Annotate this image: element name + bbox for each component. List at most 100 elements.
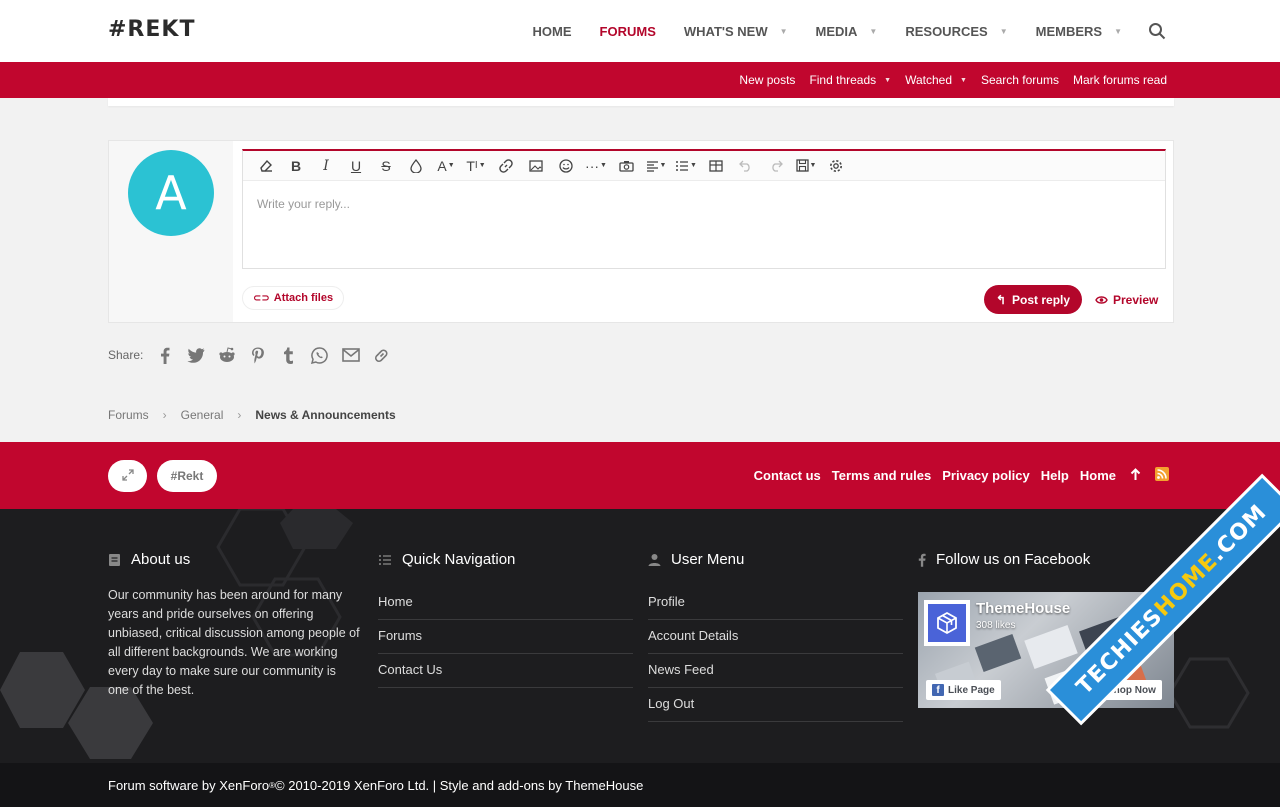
post-reply-button[interactable]: ↰ Post reply bbox=[984, 285, 1082, 314]
footer-link-privacy[interactable]: Privacy policy bbox=[942, 468, 1029, 483]
reply-textarea[interactable] bbox=[243, 181, 1165, 268]
table-icon[interactable] bbox=[701, 154, 731, 178]
chevron-down-icon[interactable]: ▼ bbox=[780, 27, 788, 36]
camera-icon[interactable] bbox=[611, 154, 641, 178]
chevron-right-icon: › bbox=[162, 408, 167, 422]
breadcrumb-news-announcements[interactable]: News & Announcements bbox=[255, 408, 395, 422]
expand-arrows-icon bbox=[121, 468, 134, 484]
fb-like-page-button[interactable]: f Like Page bbox=[926, 680, 1001, 700]
facebook-icon bbox=[918, 553, 926, 567]
footer-link-terms[interactable]: Terms and rules bbox=[832, 468, 931, 483]
redo-icon[interactable] bbox=[761, 154, 791, 178]
strikethrough-icon[interactable]: S bbox=[371, 154, 401, 178]
footer-user-menu: User Menu Profile Account Details News F… bbox=[648, 551, 903, 722]
eraser-icon[interactable] bbox=[251, 154, 281, 178]
font-family-icon[interactable]: A ▼ bbox=[431, 154, 461, 178]
attach-files-button[interactable]: ⊂⊃ Attach files bbox=[242, 286, 345, 310]
footer-facebook: Follow us on Facebook bbox=[918, 551, 1174, 586]
user-menu-title: User Menu bbox=[671, 551, 745, 568]
whatsapp-icon[interactable] bbox=[304, 346, 335, 364]
arrow-up-icon[interactable] bbox=[1130, 467, 1141, 484]
twitter-icon[interactable] bbox=[180, 347, 211, 363]
chevron-down-icon[interactable]: ▼ bbox=[1000, 27, 1008, 36]
nav-home[interactable]: HOME bbox=[533, 0, 572, 62]
quick-reply-block: A B I U S A▼ TI▼ ···▼ ▼ ▼ ▼ ⊂⊃ Atta bbox=[108, 140, 1174, 323]
footer-nav-forums[interactable]: Forums bbox=[378, 620, 633, 654]
footer-user-logout[interactable]: Log Out bbox=[648, 688, 903, 722]
rss-icon[interactable] bbox=[1155, 467, 1169, 484]
chevron-down-icon[interactable]: ▼ bbox=[960, 77, 967, 84]
copyright-text[interactable]: © 2010-2019 XenForo Ltd. | Style and add… bbox=[275, 778, 643, 793]
footer-user-profile[interactable]: Profile bbox=[648, 586, 903, 620]
chevron-down-icon[interactable]: ▼ bbox=[884, 77, 891, 84]
footer-link-home[interactable]: Home bbox=[1080, 468, 1116, 483]
style-chooser-button[interactable]: #Rekt bbox=[157, 460, 217, 492]
nav-media[interactable]: MEDIA ▼ bbox=[816, 0, 878, 62]
italic-icon[interactable]: I bbox=[311, 154, 341, 178]
nav-members[interactable]: MEMBERS ▼ bbox=[1036, 0, 1122, 62]
footer-nav-home[interactable]: Home bbox=[378, 586, 633, 620]
nav-resources[interactable]: RESOURCES ▼ bbox=[905, 0, 1007, 62]
chevron-down-icon[interactable]: ▼ bbox=[869, 27, 877, 36]
eye-icon bbox=[1095, 295, 1108, 305]
link-icon[interactable] bbox=[366, 346, 397, 364]
pinterest-icon[interactable] bbox=[242, 347, 273, 364]
list-icon bbox=[378, 554, 392, 566]
smiley-icon[interactable] bbox=[551, 154, 581, 178]
footer-nav-contact[interactable]: Contact Us bbox=[378, 654, 633, 688]
site-logo[interactable]: #REKT bbox=[108, 17, 195, 42]
paperclip-icon: ⊂⊃ bbox=[253, 292, 270, 304]
subnav-new-posts[interactable]: New posts bbox=[739, 73, 795, 87]
underline-icon[interactable]: U bbox=[341, 154, 371, 178]
copyright-xenforo[interactable]: Forum software by XenForo bbox=[108, 778, 269, 793]
document-icon bbox=[108, 553, 121, 567]
gear-icon[interactable] bbox=[821, 154, 851, 178]
expand-width-button[interactable] bbox=[108, 460, 147, 492]
breadcrumb-forums[interactable]: Forums bbox=[108, 408, 149, 422]
footer-quick-nav: Quick Navigation Home Forums Contact Us bbox=[378, 551, 633, 688]
quick-nav-title: Quick Navigation bbox=[402, 551, 516, 568]
preview-button[interactable]: Preview bbox=[1095, 285, 1158, 314]
chevron-down-icon[interactable]: ▼ bbox=[1114, 27, 1122, 36]
image-icon[interactable] bbox=[521, 154, 551, 178]
facebook-icon[interactable] bbox=[149, 347, 180, 364]
font-size-icon[interactable]: T I ▼ bbox=[461, 154, 491, 178]
footer-link-contact[interactable]: Contact us bbox=[754, 468, 821, 483]
footer-user-news-feed[interactable]: News Feed bbox=[648, 654, 903, 688]
fb-likes-count: 308 likes bbox=[976, 620, 1016, 631]
align-icon[interactable]: ▼ bbox=[641, 154, 671, 178]
main-nav: HOME FORUMS WHAT'S NEW ▼ MEDIA ▼ RESOURCES… bbox=[505, 0, 1166, 62]
footer-link-help[interactable]: Help bbox=[1041, 468, 1069, 483]
nav-whats-new[interactable]: WHAT'S NEW ▼ bbox=[684, 0, 788, 62]
chevron-right-icon: › bbox=[237, 408, 242, 422]
subnav-search-forums[interactable]: Search forums bbox=[981, 73, 1059, 87]
tumblr-icon[interactable] bbox=[273, 347, 304, 364]
footer-about: About us Our community has been around f… bbox=[108, 551, 364, 700]
sub-nav: New posts Find threads ▼ Watched ▼ Search … bbox=[725, 62, 1167, 98]
breadcrumb-general[interactable]: General bbox=[181, 408, 224, 422]
color-drop-icon[interactable] bbox=[401, 154, 431, 178]
subnav-watched[interactable]: Watched ▼ bbox=[905, 73, 967, 87]
more-options-icon[interactable]: ··· ▼ bbox=[581, 154, 611, 178]
list-icon[interactable]: ▼ bbox=[671, 154, 701, 178]
fb-page-name[interactable]: ThemeHouse bbox=[976, 600, 1070, 617]
undo-icon[interactable] bbox=[731, 154, 761, 178]
footer-user-account[interactable]: Account Details bbox=[648, 620, 903, 654]
email-icon[interactable] bbox=[335, 348, 366, 362]
subnav-find-threads[interactable]: Find threads ▼ bbox=[809, 73, 891, 87]
bold-icon[interactable]: B bbox=[281, 154, 311, 178]
search-icon[interactable] bbox=[1148, 22, 1166, 40]
save-draft-icon[interactable]: ▼ bbox=[791, 154, 821, 178]
rich-text-editor: B I U S A ▼ T I ▼ ··· ▼ ▼ ▼ ▼ bbox=[242, 149, 1166, 269]
subnav-mark-forums-read[interactable]: Mark forums read bbox=[1073, 73, 1167, 87]
share-label: Share: bbox=[108, 348, 144, 362]
user-icon bbox=[648, 553, 661, 566]
link-icon[interactable] bbox=[491, 154, 521, 178]
editor-toolbar: B I U S A ▼ T I ▼ ··· ▼ ▼ ▼ ▼ bbox=[243, 151, 1165, 181]
breadcrumb: Forums › General › News & Announcements bbox=[108, 408, 396, 422]
nav-forums[interactable]: FORUMS bbox=[600, 0, 656, 62]
sub-navigation-bar: New posts Find threads ▼ Watched ▼ Search … bbox=[0, 62, 1280, 98]
reddit-icon[interactable] bbox=[211, 347, 242, 363]
avatar[interactable]: A bbox=[128, 150, 214, 236]
share-bar: Share: bbox=[108, 346, 397, 364]
